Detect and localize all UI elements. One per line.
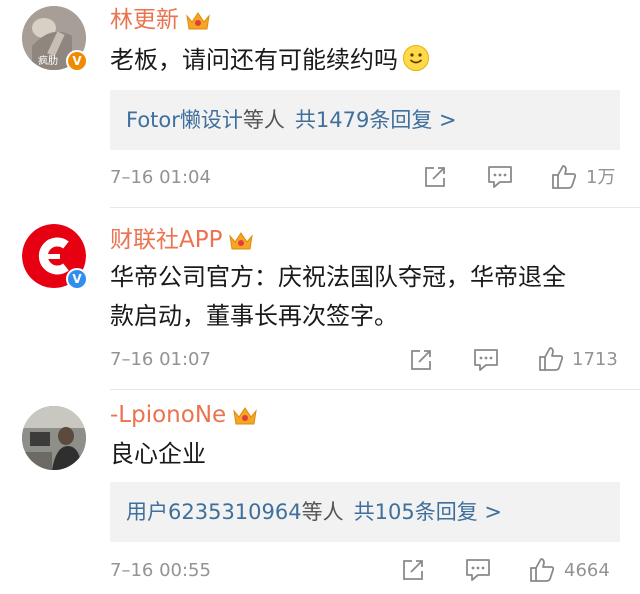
comment-text: 良心企业 [110, 435, 620, 474]
share-icon [411, 350, 431, 370]
share-button[interactable] [408, 347, 434, 375]
username[interactable]: -LpionoNe [110, 401, 258, 429]
comment-text-line: 华帝公司官方：庆祝法国队夺冠，华帝退全 [110, 263, 566, 291]
comment-text: 华帝公司官方：庆祝法国队夺冠，华帝退全 款启动，董事长再次签字。 [110, 258, 620, 336]
comment-time: 7–16 01:07 [110, 349, 211, 370]
reply-summary[interactable]: 用户6235310964等人 共105条回复 > [110, 482, 620, 542]
comment-text-line: 款启动，董事长再次签字。 [110, 302, 398, 330]
divider [110, 389, 640, 390]
share-button[interactable] [422, 164, 448, 192]
comment-time: 7–16 00:55 [110, 560, 211, 581]
like-count: 4664 [564, 560, 610, 581]
share-icon [425, 167, 445, 187]
comment-text-content: 老板，请问还有可能续约吗 [110, 46, 398, 74]
like-button[interactable] [537, 345, 565, 373]
comment-text-content: 良心企业 [110, 440, 206, 468]
username-text[interactable]: 财联社APP [110, 227, 222, 253]
avatar-photo [22, 406, 86, 470]
username-text[interactable]: 林更新 [110, 7, 179, 33]
comment-button[interactable] [464, 557, 492, 585]
like-button[interactable] [550, 163, 578, 191]
avatar[interactable] [22, 406, 86, 470]
smile-emoji-icon [403, 45, 429, 71]
verified-badge-icon: V [66, 268, 88, 290]
like-button[interactable] [528, 556, 556, 584]
share-button[interactable] [400, 557, 426, 585]
comment-text: 老板，请问还有可能续约吗 [110, 41, 620, 80]
like-count: 1713 [572, 349, 618, 370]
comment-icon [488, 166, 512, 188]
like-icon [552, 165, 577, 189]
comment-button[interactable] [472, 347, 500, 375]
reply-suffix: 等人 [242, 108, 285, 132]
like-icon [539, 347, 564, 371]
verified-badge-icon: V [66, 50, 88, 72]
comment-button[interactable] [486, 164, 514, 192]
username[interactable]: 林更新 [110, 6, 211, 34]
reply-count-link[interactable]: 共1479条回复 > [295, 108, 457, 132]
divider [110, 207, 640, 208]
share-icon [403, 560, 423, 580]
like-icon [530, 558, 555, 582]
comment-icon [474, 349, 498, 371]
username-text[interactable]: -LpionoNe [110, 402, 226, 428]
reply-suffix: 等人 [301, 500, 344, 524]
avatar-watermark: 疯肋 [38, 56, 58, 67]
crown-icon [233, 406, 257, 424]
comment-icon [466, 559, 490, 581]
reply-names[interactable]: 用户6235310964 [126, 500, 302, 524]
crown-icon [229, 231, 254, 249]
comment-time: 7–16 01:04 [110, 167, 211, 188]
username[interactable]: 财联社APP [110, 226, 254, 254]
reply-names[interactable]: Fotor懒设计 [126, 108, 243, 132]
reply-summary[interactable]: Fotor懒设计等人 共1479条回复 > [110, 90, 620, 150]
crown-icon [186, 11, 210, 29]
reply-count-link[interactable]: 共105条回复 > [354, 500, 502, 524]
like-count: 1万 [586, 167, 616, 188]
